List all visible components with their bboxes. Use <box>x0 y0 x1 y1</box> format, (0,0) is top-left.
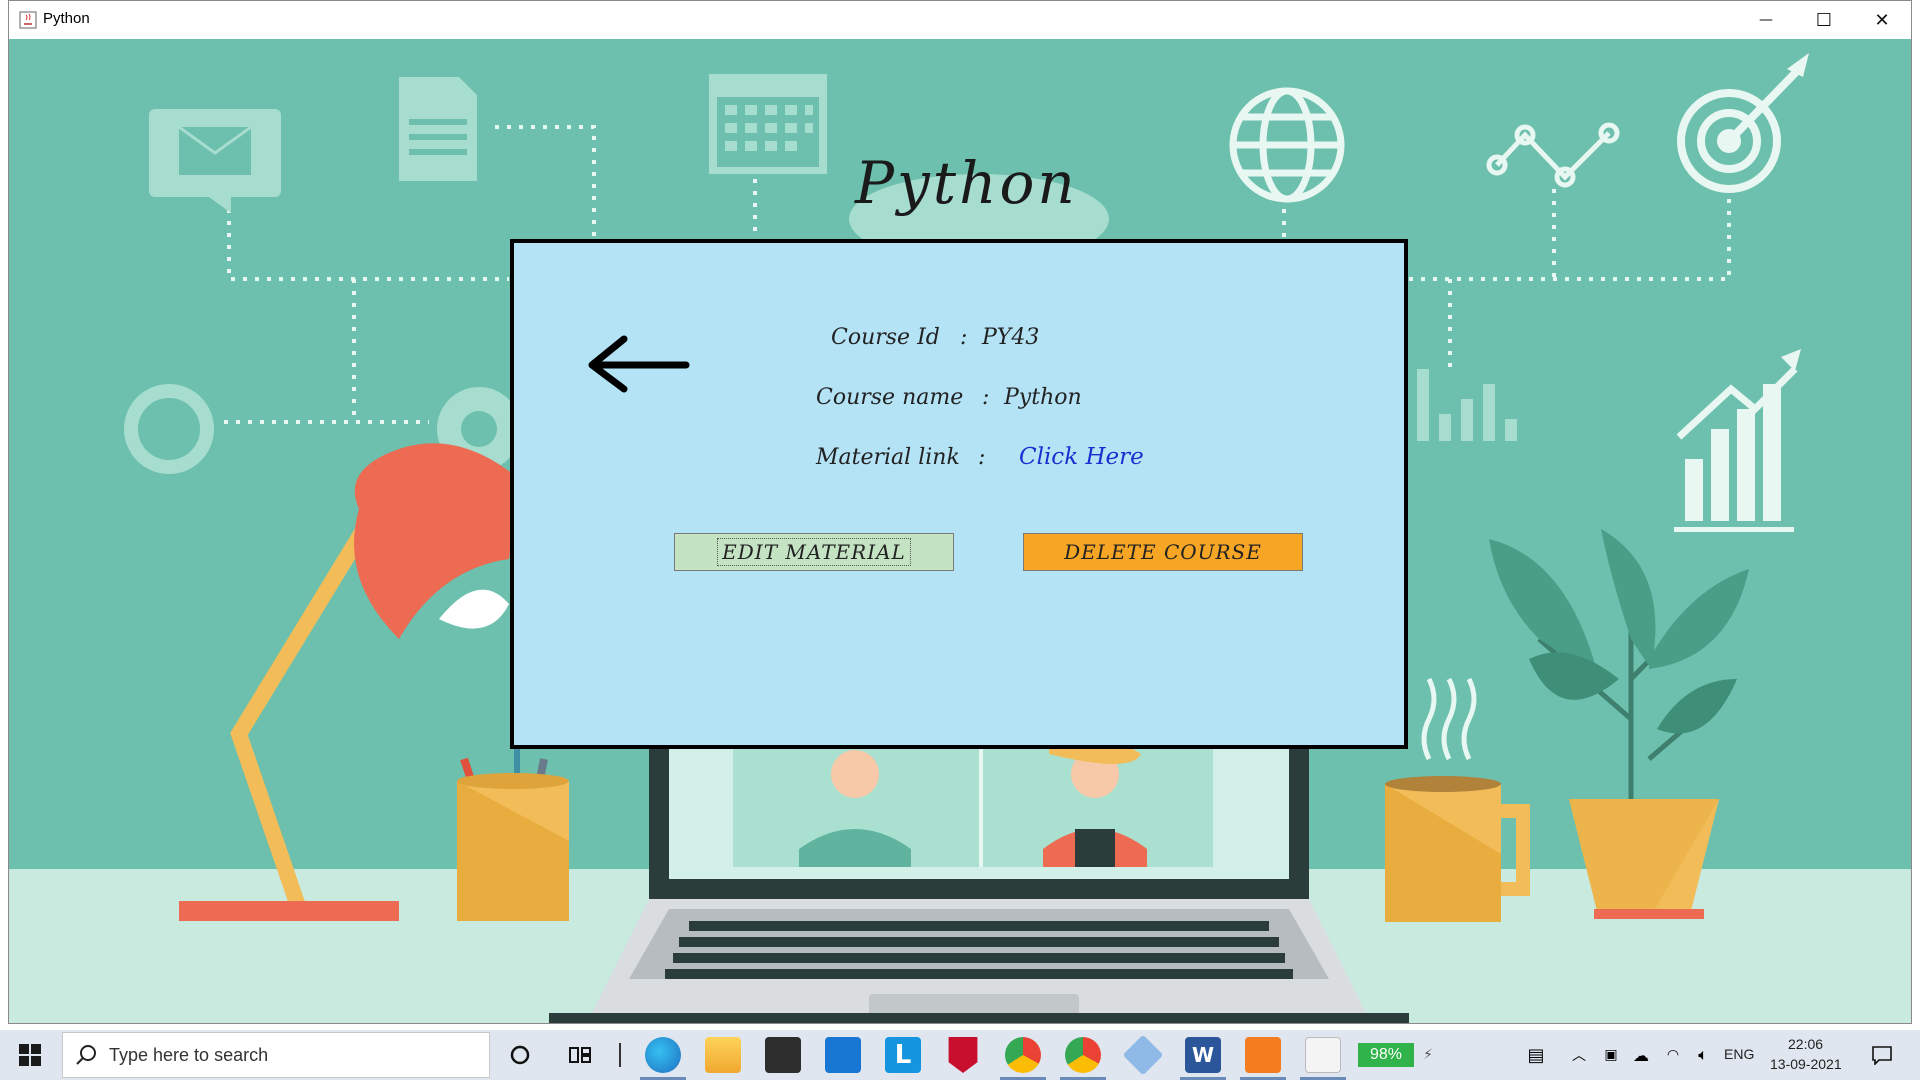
mcafee-icon[interactable] <box>948 1037 978 1073</box>
document-icon <box>399 77 477 181</box>
notification-icon <box>1872 1046 1892 1065</box>
taskbar-search-box[interactable]: Type here to search <box>62 1032 490 1078</box>
page-heading: Python <box>855 149 1078 217</box>
chrome-profile-icon[interactable] <box>1065 1037 1101 1073</box>
course-id-separator: : <box>960 325 968 350</box>
maximize-button[interactable]: ☐ <box>1795 1 1853 39</box>
delete-course-label: DELETE COURSE <box>1064 540 1262 564</box>
app-window: Python — ☐ ✕ Python Course Id: PY43 Cou… <box>8 0 1912 1024</box>
course-details-panel: Course Id : PY43 Course name : Python Ma… <box>510 239 1408 749</box>
virtualbox-icon[interactable] <box>1122 1034 1164 1076</box>
taskbar: Type here to search L W 98% ⚡ ▤ ︿ ▣ ☁ ◠ … <box>0 1030 1920 1080</box>
course-id-value: PY43 <box>982 325 1040 350</box>
growth-chart-icon <box>1674 349 1801 532</box>
calendar-icon <box>709 74 827 174</box>
title-bar[interactable]: Python — ☐ ✕ <box>9 1 1911 39</box>
minimize-icon: — <box>1759 12 1773 28</box>
mail-icon <box>149 109 281 213</box>
clock-time[interactable]: 22:06 <box>1788 1036 1823 1052</box>
java-icon[interactable] <box>1305 1037 1341 1073</box>
laptop-illustration <box>549 736 1409 1023</box>
target-icon <box>1677 66 1802 193</box>
word-icon[interactable]: W <box>1185 1037 1221 1073</box>
edge-icon[interactable] <box>645 1037 681 1073</box>
battery-indicator[interactable]: 98% <box>1358 1043 1414 1067</box>
material-link-separator: : <box>978 445 986 470</box>
volume-icon[interactable]: 🔈︎ <box>1690 1030 1716 1080</box>
pencil-cup-illustration <box>457 749 569 921</box>
globe-icon <box>1229 87 1345 203</box>
taskbar-divider <box>615 1030 625 1080</box>
background-scene: Python Course Id : PY43 Course name : Py… <box>9 39 1911 1023</box>
language-indicator[interactable]: ENG <box>1724 1046 1754 1062</box>
clock-date[interactable]: 13-09-2021 <box>1770 1056 1842 1072</box>
edit-material-button[interactable]: EDIT MATERIAL <box>674 533 954 571</box>
java-app-icon <box>19 11 37 29</box>
minimize-button[interactable]: — <box>1737 1 1795 39</box>
close-button[interactable]: ✕ <box>1853 1 1911 39</box>
news-widget-icon[interactable]: ▤ <box>1518 1030 1554 1080</box>
notification-center-icon[interactable] <box>1864 1030 1900 1080</box>
maximize-icon: ☐ <box>1815 9 1833 31</box>
chrome-icon[interactable] <box>1005 1037 1041 1073</box>
wifi-icon[interactable]: ◠ <box>1660 1030 1686 1080</box>
donut-chart-icon <box>124 384 214 474</box>
course-name-separator: : <box>982 385 990 410</box>
line-graph-icon <box>1486 122 1620 188</box>
chevron-up-icon[interactable]: ︿ <box>1566 1030 1592 1080</box>
task-view-icon <box>569 1047 591 1063</box>
cortana-icon <box>510 1045 530 1065</box>
edit-material-label: EDIT MATERIAL <box>717 538 911 566</box>
material-link[interactable]: Click Here <box>1019 444 1144 470</box>
window-title: Python <box>43 10 90 27</box>
task-view-button[interactable] <box>560 1030 600 1080</box>
search-placeholder: Type here to search <box>109 1045 269 1065</box>
windows-icon <box>19 1044 41 1066</box>
store-icon[interactable] <box>765 1037 801 1073</box>
onedrive-icon[interactable]: ☁ <box>1628 1030 1654 1080</box>
course-name-label: Course name <box>816 385 964 410</box>
bar-chart-icon <box>1417 369 1517 441</box>
cortana-button[interactable] <box>500 1030 540 1080</box>
close-icon: ✕ <box>1874 9 1890 31</box>
l-app-icon[interactable]: L <box>885 1037 921 1073</box>
back-arrow-icon[interactable] <box>584 333 694 393</box>
course-id-label: Course Id <box>831 325 940 350</box>
delete-course-button[interactable]: DELETE COURSE <box>1023 533 1303 571</box>
xampp-icon[interactable] <box>1245 1037 1281 1073</box>
file-explorer-icon[interactable] <box>705 1037 741 1073</box>
plug-icon: ⚡ <box>1423 1047 1433 1063</box>
mail-icon[interactable] <box>825 1037 861 1073</box>
start-button[interactable] <box>0 1030 60 1080</box>
search-icon <box>76 1045 96 1065</box>
material-link-label: Material link <box>816 445 960 470</box>
course-name-value: Python <box>1004 385 1082 410</box>
meet-now-icon[interactable]: ▣ <box>1598 1030 1624 1080</box>
